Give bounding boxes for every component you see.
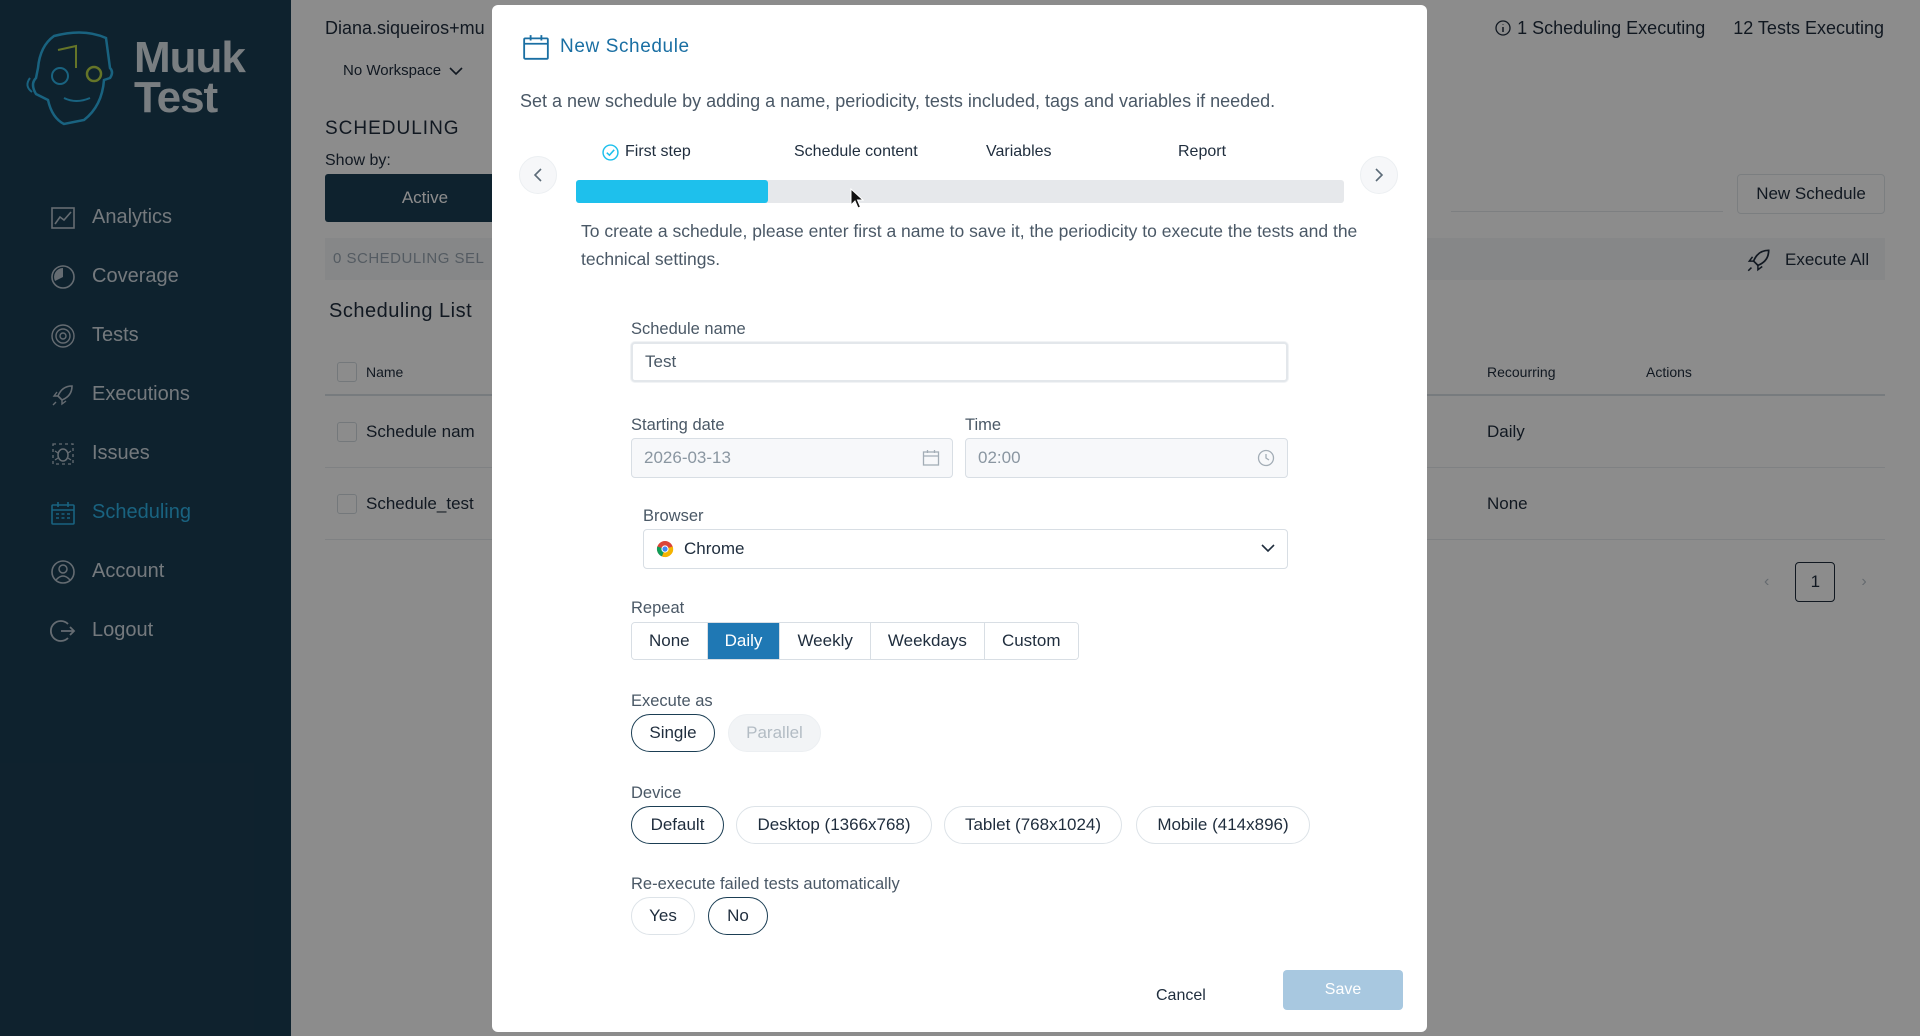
device-label: Device xyxy=(631,784,682,802)
step-progress-bar xyxy=(576,180,1344,203)
starting-date-label: Starting date xyxy=(631,416,725,434)
calendar-icon xyxy=(523,35,549,60)
previous-step-button[interactable] xyxy=(519,156,557,194)
step-progress-fill xyxy=(576,180,768,203)
repeat-option-weekdays[interactable]: Weekdays xyxy=(870,623,985,659)
cancel-button[interactable]: Cancel xyxy=(1156,987,1206,1005)
step-first[interactable]: First step xyxy=(602,143,691,161)
schedule-name-label: Schedule name xyxy=(631,320,746,338)
step-help-text: To create a schedule, please enter first… xyxy=(581,221,1358,269)
browser-label: Browser xyxy=(643,507,704,525)
chevron-down-icon xyxy=(1261,544,1275,553)
browser-selected: Chrome xyxy=(656,539,744,559)
new-schedule-modal: New Schedule Set a new schedule by addin… xyxy=(492,5,1427,1032)
clock-icon xyxy=(1257,449,1275,467)
device-desktop[interactable]: Desktop (1366x768) xyxy=(736,806,932,844)
chevron-left-icon xyxy=(533,168,542,182)
repeat-option-weekly[interactable]: Weekly xyxy=(780,623,871,659)
repeat-option-custom[interactable]: Custom xyxy=(984,623,1078,659)
next-step-button[interactable] xyxy=(1360,156,1398,194)
time-input[interactable]: 02:00 xyxy=(965,438,1288,478)
browser-select[interactable]: Chrome xyxy=(643,529,1288,569)
step-label: First step xyxy=(625,143,691,160)
repeat-label: Repeat xyxy=(631,599,685,617)
reexecute-no[interactable]: No xyxy=(708,897,768,935)
time-value: 02:00 xyxy=(978,448,1021,467)
starting-date-value: 2026-03-13 xyxy=(644,448,731,467)
execute-as-label: Execute as xyxy=(631,692,713,710)
schedule-name-input[interactable]: Test xyxy=(631,342,1288,382)
repeat-option-daily[interactable]: Daily xyxy=(707,623,781,659)
modal-title: New Schedule xyxy=(522,33,690,61)
browser-value: Chrome xyxy=(684,539,745,558)
execute-as-single[interactable]: Single xyxy=(631,714,715,752)
device-mobile[interactable]: Mobile (414x896) xyxy=(1136,806,1310,844)
check-circle-icon xyxy=(602,143,619,161)
step-variables[interactable]: Variables xyxy=(986,143,1052,161)
execute-as-parallel[interactable]: Parallel xyxy=(728,714,821,752)
step-label: Report xyxy=(1178,143,1227,160)
mouse-cursor-icon xyxy=(850,188,864,209)
calendar-icon xyxy=(922,450,940,466)
step-report[interactable]: Report xyxy=(1178,143,1226,161)
schedule-name-value: Test xyxy=(645,352,677,371)
reexecute-label: Re-execute failed tests automatically xyxy=(631,875,900,893)
device-default[interactable]: Default xyxy=(631,806,724,844)
modal-description: Set a new schedule by adding a name, per… xyxy=(520,91,1276,111)
chevron-right-icon xyxy=(1375,168,1384,182)
repeat-option-none[interactable]: None xyxy=(632,623,708,659)
starting-date-input[interactable]: 2026-03-13 xyxy=(631,438,953,478)
chrome-icon xyxy=(656,541,674,558)
time-label: Time xyxy=(965,416,1002,434)
modal-title-text: New Schedule xyxy=(560,36,690,57)
save-button[interactable]: Save xyxy=(1283,970,1403,1010)
step-label: Variables xyxy=(986,143,1052,160)
device-tablet[interactable]: Tablet (768x1024) xyxy=(944,806,1122,844)
step-label: Schedule content xyxy=(794,143,918,160)
reexecute-yes[interactable]: Yes xyxy=(631,897,695,935)
step-schedule-content[interactable]: Schedule content xyxy=(794,143,918,161)
repeat-segmented-control: None Daily Weekly Weekdays Custom xyxy=(631,622,1079,660)
